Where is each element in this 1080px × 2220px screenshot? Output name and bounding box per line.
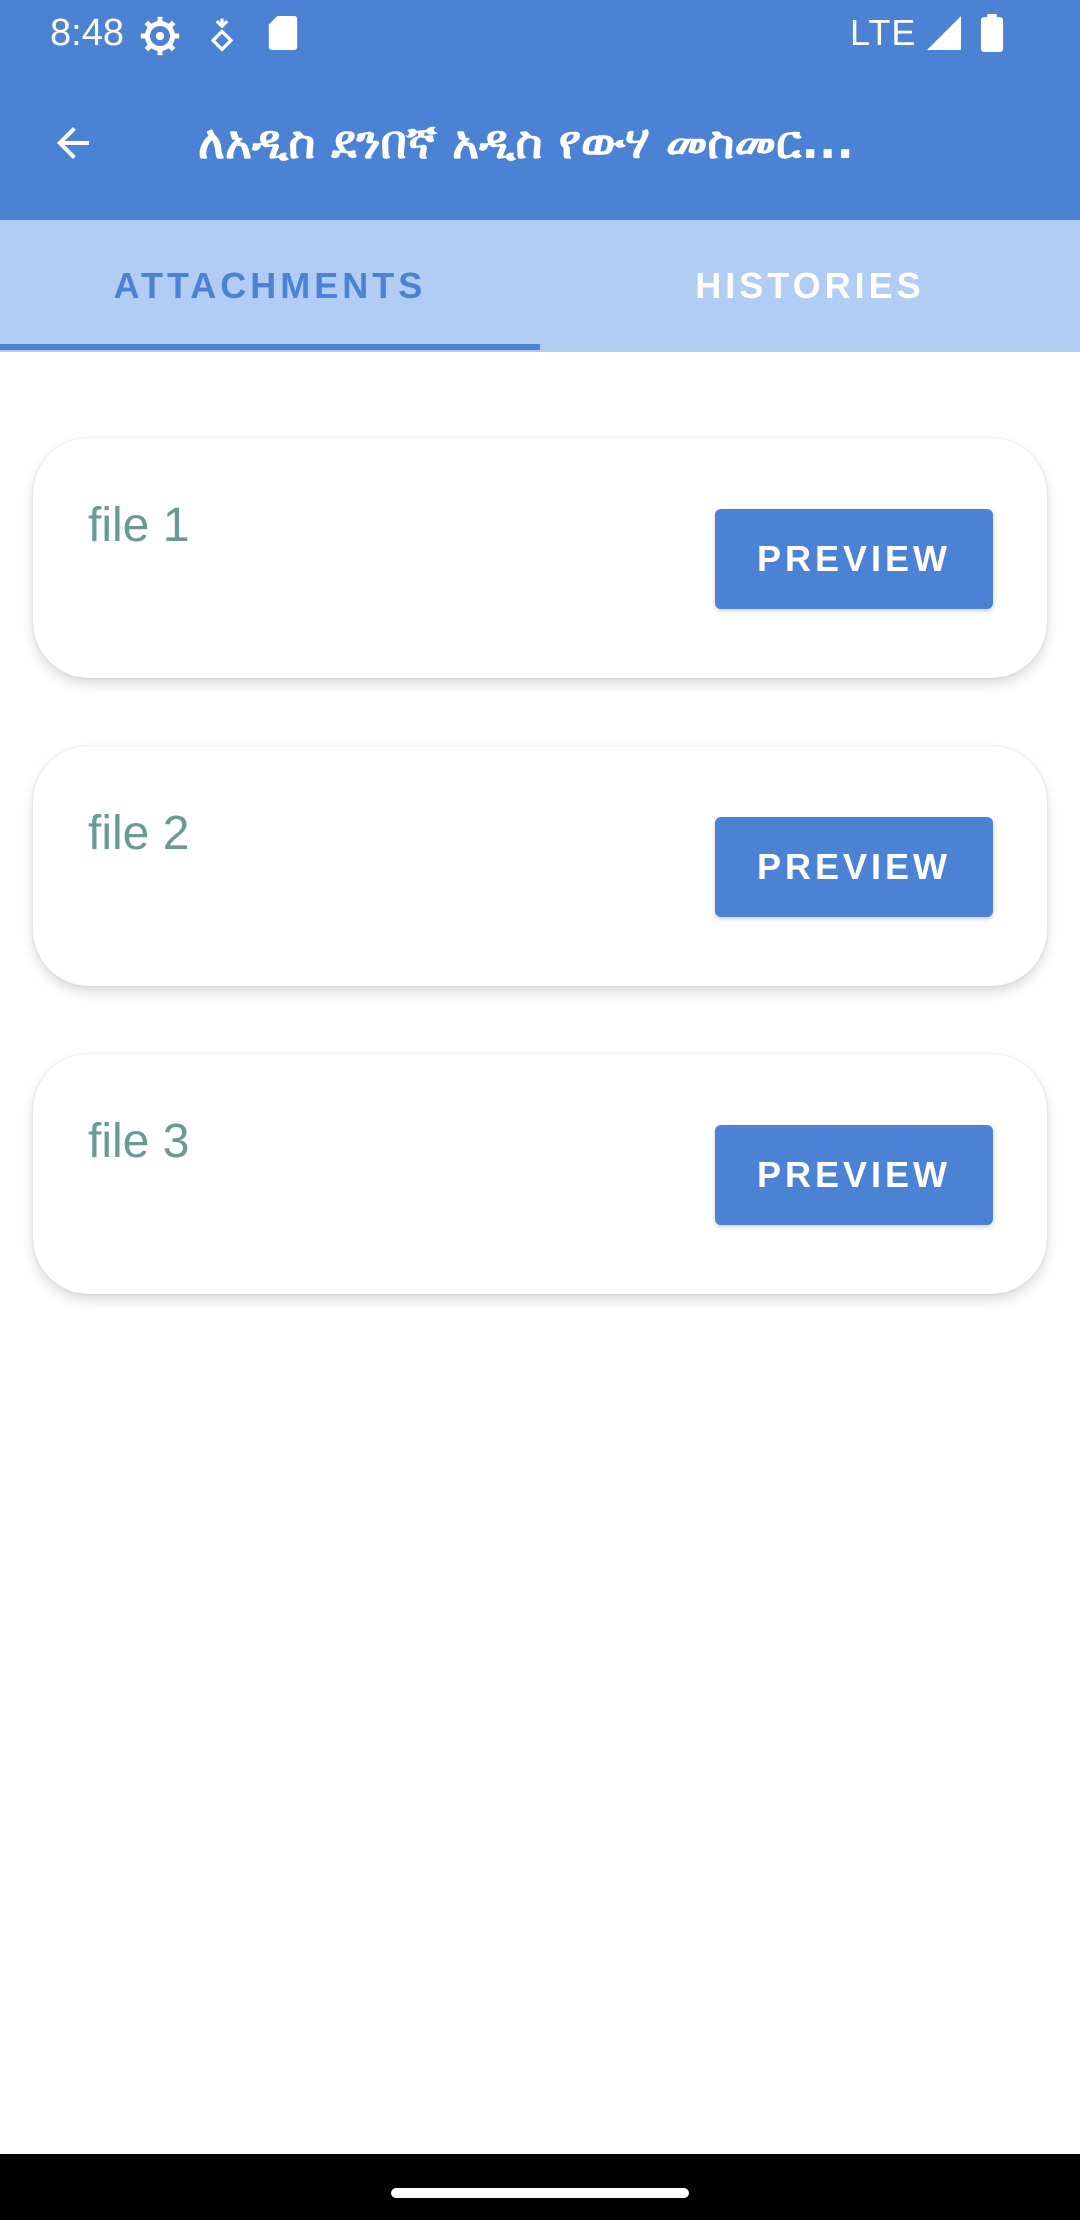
tab-attachments[interactable]: ATTACHMENTS: [0, 220, 540, 352]
status-bar: 8:48 LTE: [0, 0, 1080, 66]
back-button[interactable]: [40, 110, 106, 176]
status-time: 8:48: [50, 12, 124, 54]
tab-histories[interactable]: HISTORIES: [540, 220, 1080, 352]
sd-card-icon: [268, 16, 298, 50]
preview-button[interactable]: PREVIEW: [715, 1125, 993, 1225]
file-name: file 3: [88, 1115, 190, 1168]
file-card: file 2 PREVIEW: [33, 746, 1047, 986]
network-type: LTE: [850, 12, 917, 53]
navigation-bar: [0, 2154, 1080, 2220]
tab-bar: ATTACHMENTS HISTORIES: [0, 220, 1080, 352]
tab-indicator: [0, 344, 540, 350]
file-name: file 2: [88, 807, 190, 860]
file-card: file 3 PREVIEW: [33, 1054, 1047, 1294]
gear-icon: [140, 16, 180, 56]
app-bar: ለአዲስ ደንበኛ አዲስ የውሃ መስመር...: [0, 66, 1080, 220]
file-card: file 1 PREVIEW: [33, 438, 1047, 678]
home-handle[interactable]: [391, 2188, 689, 2198]
file-name: file 1: [88, 499, 190, 552]
signal-icon: [927, 16, 961, 50]
preview-button[interactable]: PREVIEW: [715, 509, 993, 609]
page-title: ለአዲስ ደንበኛ አዲስ የውሃ መስመር...: [198, 115, 854, 169]
arrow-left-icon: [57, 127, 89, 159]
battery-icon: [980, 14, 1004, 52]
location-icon: [210, 18, 234, 52]
preview-button[interactable]: PREVIEW: [715, 817, 993, 917]
